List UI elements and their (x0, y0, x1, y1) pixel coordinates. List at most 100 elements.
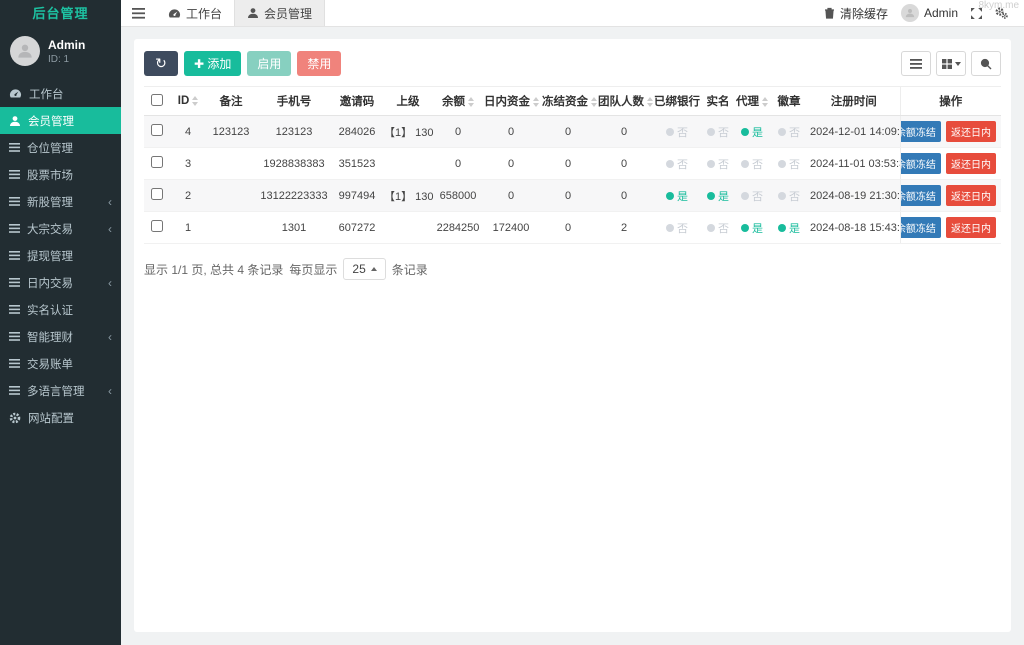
disable-button[interactable]: 禁用 (297, 51, 341, 76)
actions-cell: 下级 充值 余额冻结 返还日内 (900, 148, 1001, 180)
sidebar-item-label: 新股管理 (27, 194, 73, 210)
add-button[interactable]: ✚ 添加 (184, 51, 241, 76)
col-intraday[interactable]: 日内资金 (482, 87, 540, 116)
col-team[interactable]: 团队人数 (596, 87, 652, 116)
freeze-balance-button[interactable]: 余额冻结 (900, 153, 941, 174)
status-dot (707, 192, 715, 200)
grid-icon (942, 59, 952, 69)
hamburger-icon[interactable] (121, 0, 156, 26)
regtime-cell: 2024-11-01 03:53:31 (808, 148, 900, 180)
sidebar-item-languages[interactable]: 多语言管理 ‹ (0, 377, 121, 404)
sidebar-item-label: 会员管理 (28, 113, 74, 129)
refund-intraday-button[interactable]: 返还日内 (946, 185, 996, 206)
tab-workbench[interactable]: 工作台 (156, 0, 234, 26)
sidebar-item-site-config[interactable]: 网站配置 (0, 404, 121, 431)
table-row: 3 1928838383 351523 0 0 0 0 否 否 否 (144, 148, 1001, 180)
realname-status-cell: 否 (702, 116, 734, 148)
col-bank: 已绑银行 (652, 87, 702, 116)
refund-intraday-button[interactable]: 返还日内 (946, 153, 996, 174)
row-checkbox[interactable] (151, 156, 163, 168)
sidebar-item-kyc[interactable]: 实名认证 (0, 296, 121, 323)
list-icon (9, 278, 20, 287)
enable-button[interactable]: 启用 (247, 51, 291, 76)
tab-members[interactable]: 会员管理 (234, 0, 325, 26)
list-icon (9, 224, 20, 233)
header-row: ID 备注 手机号 邀请码 上级 余额 日内资金 冻结资金 团队人数 已绑银行 … (144, 87, 1001, 116)
sort-icon[interactable] (762, 97, 768, 107)
status-dot (741, 224, 749, 232)
row-checkbox[interactable] (151, 188, 163, 200)
status-dot (778, 160, 786, 168)
row-checkbox[interactable] (151, 124, 163, 136)
intraday-cell: 0 (482, 116, 540, 148)
intraday-cell: 172400 (482, 212, 540, 244)
regtime-cell: 2024-12-01 14:09:39 (808, 116, 900, 148)
select-all-cell (144, 87, 170, 116)
freeze-balance-button[interactable]: 余额冻结 (900, 217, 941, 238)
sidebar-item-members[interactable]: 会员管理 (0, 107, 121, 134)
sidebar-item-positions[interactable]: 仓位管理 (0, 134, 121, 161)
sidebar-item-block-trade[interactable]: 大宗交易 ‹ (0, 215, 121, 242)
row-checkbox[interactable] (151, 220, 163, 232)
sidebar-item-trade-bills[interactable]: 交易账单 (0, 350, 121, 377)
tab-label: 工作台 (186, 5, 222, 22)
refund-intraday-button[interactable]: 返还日内 (946, 217, 996, 238)
freeze-balance-button[interactable]: 余额冻结 (900, 121, 941, 142)
sidebar-item-label: 大宗交易 (27, 221, 73, 237)
bank-status-cell: 否 (652, 116, 702, 148)
search-icon (980, 58, 992, 70)
list-view-button[interactable] (901, 51, 931, 76)
balance-cell: 2284250 (434, 212, 482, 244)
clear-cache-button[interactable]: 清除缓存 (824, 5, 888, 22)
col-balance[interactable]: 余额 (434, 87, 482, 116)
list-icon (9, 143, 20, 152)
status-dot (666, 128, 674, 136)
columns-toggle-button[interactable] (936, 51, 966, 76)
watermark: 8kym.me (978, 0, 1019, 11)
sidebar-item-smart-finance[interactable]: 智能理财 ‹ (0, 323, 121, 350)
sort-icon[interactable] (647, 97, 653, 107)
agent-status-cell: 是 (734, 116, 770, 148)
sidebar-item-stock-market[interactable]: 股票市场 (0, 161, 121, 188)
refresh-button[interactable]: ↻ (144, 51, 178, 76)
remark-cell: 123123 (206, 116, 256, 148)
id-cell: 4 (170, 116, 206, 148)
col-actions: 操作 (900, 87, 1001, 116)
sidebar-item-new-stock[interactable]: 新股管理 ‹ (0, 188, 121, 215)
actions-cell: 下级 充值 银行卡 余额冻结 返还日内 (900, 180, 1001, 212)
status-dot (741, 160, 749, 168)
balance-cell: 658000 (434, 180, 482, 212)
remark-cell (206, 212, 256, 244)
status-dot (666, 224, 674, 232)
badge-status-cell: 否 (770, 116, 808, 148)
col-id[interactable]: ID (170, 87, 206, 116)
phone-cell: 123123 (256, 116, 332, 148)
badge-status-cell: 是 (770, 212, 808, 244)
sidebar-item-intraday[interactable]: 日内交易 ‹ (0, 269, 121, 296)
sort-icon[interactable] (591, 97, 597, 107)
sort-icon[interactable] (533, 97, 539, 107)
person-icon (905, 8, 915, 18)
actions-cell: 下级 充值 余额冻结 返还日内 (900, 212, 1001, 244)
invite-cell: 607272 (332, 212, 382, 244)
realname-status-cell: 否 (702, 212, 734, 244)
sort-icon[interactable] (468, 97, 474, 107)
refund-intraday-button[interactable]: 返还日内 (946, 121, 996, 142)
caret-up-icon (371, 267, 377, 271)
select-all-checkbox[interactable] (151, 94, 163, 106)
sidebar-item-label: 股票市场 (27, 167, 73, 183)
sidebar-item-withdrawal[interactable]: 提现管理 (0, 242, 121, 269)
table-row: 2 13122223333 997494 【1】 1301 658000 0 0… (144, 180, 1001, 212)
sidebar-item-workbench[interactable]: 工作台 (0, 80, 121, 107)
frozen-cell: 0 (540, 148, 596, 180)
freeze-balance-button[interactable]: 余额冻结 (900, 185, 941, 206)
list-icon (9, 197, 20, 206)
search-button[interactable] (971, 51, 1001, 76)
admin-menu[interactable]: Admin (901, 4, 958, 22)
sort-icon[interactable] (192, 96, 198, 106)
col-agent[interactable]: 代理 (734, 87, 770, 116)
page-size-dropdown[interactable]: 25 (343, 258, 385, 280)
frozen-cell: 0 (540, 212, 596, 244)
bank-status-cell: 否 (652, 212, 702, 244)
col-frozen[interactable]: 冻结资金 (540, 87, 596, 116)
